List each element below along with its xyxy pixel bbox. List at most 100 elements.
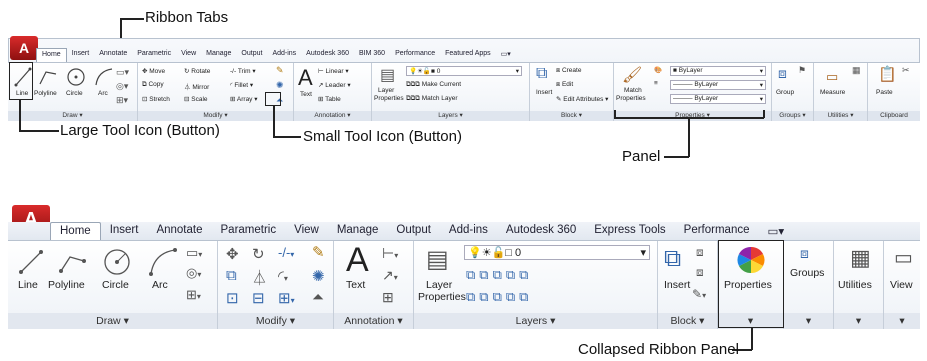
panel-title-modify[interactable]: Modify ▾ (138, 111, 293, 121)
scale-icon[interactable]: ⊟ (252, 289, 265, 307)
panel-title-block[interactable]: Block ▾ (530, 111, 613, 121)
explode-icon[interactable]: ✺ (276, 80, 284, 91)
panel-utilities-collapsed[interactable]: ▦ Utilities ▾ (834, 241, 884, 329)
tab-view[interactable]: View (285, 222, 328, 240)
panel-title-groups[interactable]: Groups ▾ (772, 111, 813, 121)
stretch-icon[interactable]: ⊡ (226, 289, 239, 307)
calculator-icon[interactable]: ▦ (852, 65, 861, 76)
move-icon[interactable]: ✥ (226, 245, 239, 263)
cut-icon[interactable]: ✂ (902, 65, 910, 76)
stretch-button[interactable]: ⊡ Stretch (142, 95, 170, 103)
fillet-icon[interactable]: ◜▾ (278, 267, 288, 285)
tab-annotate[interactable]: Annotate (94, 48, 132, 62)
erase-icon[interactable]: ✎ (276, 65, 284, 76)
ribbon-display-toggle[interactable]: ▭▾ (759, 222, 794, 240)
dimension-icon[interactable]: ⊢▾ (382, 245, 398, 262)
panel-title-draw[interactable]: Draw ▾ (8, 111, 137, 121)
panel-title-utilities[interactable]: Utilities ▾ (814, 111, 867, 121)
tab-home[interactable]: Home (50, 222, 101, 240)
tab-autodesk-360[interactable]: Autodesk 360 (301, 48, 354, 62)
tab-output[interactable]: Output (387, 222, 440, 240)
tab-express-tools[interactable]: Express Tools (585, 222, 674, 240)
panel-expand-utilities[interactable]: ▾ (834, 313, 883, 329)
layer-dropdown[interactable]: 💡☀🔓□ 0 ▾ (464, 245, 650, 260)
panel-view-collapsed[interactable]: ▭ View ▾ (884, 241, 920, 329)
hatch-icon[interactable]: ◎▾ (186, 265, 201, 281)
table-icon[interactable]: ⊞ (382, 289, 394, 306)
array-button[interactable]: ⊞ Array ▾ (230, 95, 258, 103)
tab-parametric[interactable]: Parametric (212, 222, 286, 240)
trim-icon[interactable]: -/-▾ (278, 245, 294, 260)
rotate-icon[interactable]: ↻ (252, 245, 265, 263)
ribbon-display-toggle[interactable]: ▭▾ (496, 48, 516, 62)
edit-block-button[interactable]: ⧈ Edit (556, 81, 573, 89)
layer-dropdown[interactable]: 💡☀🔓■ 0 ▾ (406, 66, 522, 76)
leader-button[interactable]: ↗ Leader ▾ (318, 81, 351, 89)
array-icon[interactable]: ⊞▾ (278, 289, 295, 307)
panel-title-modify[interactable]: Modify ▾ (218, 313, 333, 329)
tab-featured-apps[interactable]: Featured Apps (440, 48, 496, 62)
leader-icon[interactable]: ↗▾ (382, 267, 398, 284)
linetype-dropdown[interactable]: ——— ByLayer ▾ (670, 94, 766, 104)
panel-expand-view[interactable]: ▾ (884, 313, 920, 329)
copy-button[interactable]: ⧉ Copy (142, 81, 164, 89)
panel-groups-collapsed[interactable]: ⧈ Groups ▾ (784, 241, 834, 329)
application-menu-button[interactable]: A (10, 36, 38, 60)
gradient-icon[interactable]: ⊞▾ (116, 95, 128, 106)
tab-manage[interactable]: Manage (201, 48, 236, 62)
layer-tools-row-2[interactable]: ⧉⧉⧉⧉⧉ (466, 289, 532, 305)
tab-parametric[interactable]: Parametric (132, 48, 176, 62)
tab-manage[interactable]: Manage (328, 222, 388, 240)
tab-autodesk-360[interactable]: Autodesk 360 (497, 222, 585, 240)
mirror-button[interactable]: ⏃ Mirror (184, 81, 209, 91)
panel-title-layers[interactable]: Layers ▾ (414, 313, 657, 329)
tab-add-ins[interactable]: Add-ins (440, 222, 497, 240)
offset-icon[interactable]: ⏶ (312, 289, 324, 306)
fillet-button[interactable]: ◜ Fillet ▾ (230, 81, 253, 89)
tab-insert[interactable]: Insert (67, 48, 95, 62)
color-dropdown[interactable]: ■ ByLayer ▾ (670, 66, 766, 76)
move-button[interactable]: ✥ Move (142, 67, 165, 75)
tab-insert[interactable]: Insert (101, 222, 148, 240)
rectangle-icon[interactable]: ▭▾ (116, 67, 129, 78)
tab-output[interactable]: Output (236, 48, 267, 62)
panel-title-annotation[interactable]: Annotation ▾ (294, 111, 371, 121)
erase-icon[interactable]: ✎ (312, 243, 325, 261)
rotate-button[interactable]: ↻ Rotate (184, 67, 210, 75)
linear-button[interactable]: ⊢ Linear ▾ (318, 67, 349, 75)
tab-home[interactable]: Home (36, 48, 67, 62)
explode-icon[interactable]: ✺ (312, 267, 325, 285)
tab-bim-360[interactable]: BIM 360 (354, 48, 390, 62)
rectangle-icon[interactable]: ▭▾ (186, 245, 202, 261)
panel-title-block[interactable]: Block ▾ (658, 313, 717, 329)
tab-annotate[interactable]: Annotate (147, 222, 211, 240)
color-palette-icon[interactable]: 🎨 (654, 66, 662, 74)
mirror-icon[interactable]: ⏃ (252, 267, 267, 288)
layer-tools-row-1[interactable]: ⧉⧉⧉⧉⧉ (466, 267, 532, 283)
ungroup-icon[interactable]: ⚑ (798, 65, 806, 76)
make-current-button[interactable]: ⧉⧉⧉ Make Current (406, 81, 461, 89)
create-block-button[interactable]: ⧈ Create (556, 67, 581, 75)
panel-title-draw[interactable]: Draw ▾ (8, 313, 217, 329)
tab-view[interactable]: View (176, 48, 201, 62)
table-button[interactable]: ⊞ Table (318, 95, 341, 103)
panel-expand-groups[interactable]: ▾ (784, 313, 833, 329)
edit-attributes-icon[interactable]: ✎▾ (692, 287, 706, 301)
tab-performance[interactable]: Performance (390, 48, 440, 62)
trim-button[interactable]: -/- Trim ▾ (230, 67, 256, 75)
edit-attributes-button[interactable]: ✎ Edit Attributes ▾ (556, 95, 608, 103)
scale-button[interactable]: ⊟ Scale (184, 95, 208, 103)
tab-add-ins[interactable]: Add-ins (267, 48, 301, 62)
panel-title-annotation[interactable]: Annotation ▾ (334, 313, 413, 329)
lineweight-dropdown[interactable]: ——— ByLayer ▾ (670, 80, 766, 90)
copy-icon[interactable]: ⧉ (226, 267, 237, 284)
tab-performance[interactable]: Performance (675, 222, 759, 240)
create-block-icon[interactable]: ⧈ (696, 245, 704, 260)
panel-title-clipboard[interactable]: Clipboard (868, 111, 920, 121)
gradient-icon[interactable]: ⊞▾ (186, 287, 201, 303)
match-layer-button[interactable]: ⧉⧉⧉ Match Layer (406, 95, 458, 103)
edit-block-icon[interactable]: ⧈ (696, 265, 704, 280)
panel-title-properties[interactable]: Properties ▾ (614, 111, 771, 121)
panel-title-layers[interactable]: Layers ▾ (372, 111, 529, 121)
hatch-icon[interactable]: ◎▾ (116, 81, 128, 92)
